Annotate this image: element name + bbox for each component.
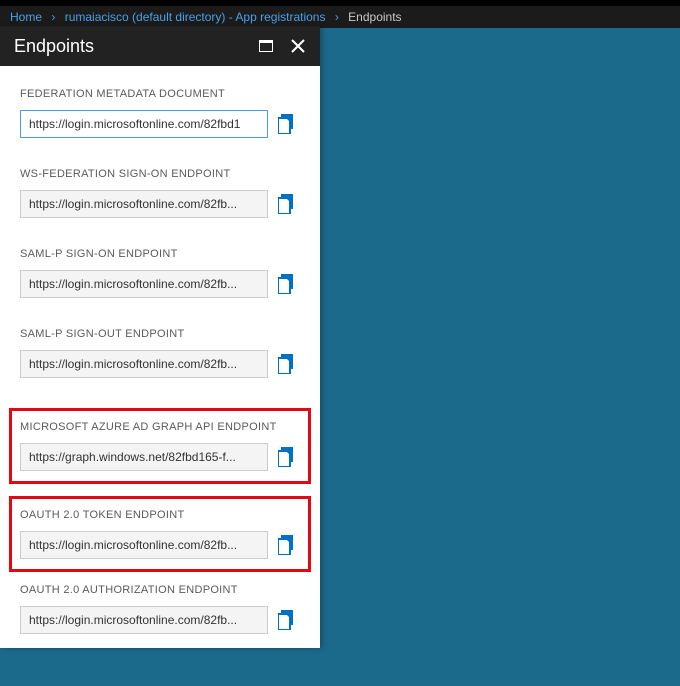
copy-icon[interactable] xyxy=(274,444,300,470)
close-icon[interactable] xyxy=(288,36,308,56)
endpoint-url-input[interactable] xyxy=(20,270,268,298)
breadcrumb-sep: › xyxy=(45,10,61,24)
copy-icon[interactable] xyxy=(274,271,300,297)
blade-body: FEDERATION METADATA DOCUMENT WS-FEDERATI… xyxy=(0,66,320,686)
endpoint-label: MICROSOFT AZURE AD GRAPH API ENDPOINT xyxy=(20,421,300,433)
endpoint-graph-api: MICROSOFT AZURE AD GRAPH API ENDPOINT xyxy=(20,421,300,471)
endpoint-saml-signout: SAML-P SIGN-OUT ENDPOINT xyxy=(20,328,300,378)
endpoint-label: OAUTH 2.0 AUTHORIZATION ENDPOINT xyxy=(20,584,300,596)
blade-header: Endpoints xyxy=(0,26,320,66)
endpoint-url-input[interactable] xyxy=(20,606,268,634)
endpoint-url-input[interactable] xyxy=(20,531,268,559)
copy-icon[interactable] xyxy=(274,607,300,633)
endpoint-label: WS-FEDERATION SIGN-ON ENDPOINT xyxy=(20,168,300,180)
endpoint-label: FEDERATION METADATA DOCUMENT xyxy=(20,88,300,100)
endpoint-label: SAML-P SIGN-ON ENDPOINT xyxy=(20,248,300,260)
copy-icon[interactable] xyxy=(274,111,300,137)
highlighted-oauth-token-endpoint: OAUTH 2.0 TOKEN ENDPOINT xyxy=(9,496,311,572)
copy-icon[interactable] xyxy=(274,532,300,558)
endpoint-saml-signon: SAML-P SIGN-ON ENDPOINT xyxy=(20,248,300,298)
highlighted-graph-endpoint: MICROSOFT AZURE AD GRAPH API ENDPOINT xyxy=(9,408,311,484)
endpoint-federation-metadata: FEDERATION METADATA DOCUMENT xyxy=(20,88,300,138)
copy-icon[interactable] xyxy=(274,351,300,377)
breadcrumb-current: Endpoints xyxy=(348,10,401,24)
endpoint-url-input[interactable] xyxy=(20,443,268,471)
endpoint-url-input[interactable] xyxy=(20,190,268,218)
endpoint-label: SAML-P SIGN-OUT ENDPOINT xyxy=(20,328,300,340)
endpoint-url-input[interactable] xyxy=(20,110,268,138)
copy-icon[interactable] xyxy=(274,191,300,217)
blade-title: Endpoints xyxy=(14,36,244,57)
endpoint-ws-federation: WS-FEDERATION SIGN-ON ENDPOINT xyxy=(20,168,300,218)
endpoints-blade: Endpoints FEDERATION METADATA DOCUMENT W… xyxy=(0,26,320,648)
restore-icon[interactable] xyxy=(256,36,276,56)
breadcrumb-sep: › xyxy=(329,10,345,24)
endpoint-label: OAUTH 2.0 TOKEN ENDPOINT xyxy=(20,509,300,521)
breadcrumb-home[interactable]: Home xyxy=(10,10,42,24)
breadcrumb: Home › rumaiacisco (default directory) -… xyxy=(0,6,680,28)
endpoint-url-input[interactable] xyxy=(20,350,268,378)
endpoint-oauth-authorization: OAUTH 2.0 AUTHORIZATION ENDPOINT xyxy=(20,584,300,634)
breadcrumb-directory[interactable]: rumaiacisco (default directory) - App re… xyxy=(65,10,326,24)
endpoint-oauth-token: OAUTH 2.0 TOKEN ENDPOINT xyxy=(20,509,300,559)
